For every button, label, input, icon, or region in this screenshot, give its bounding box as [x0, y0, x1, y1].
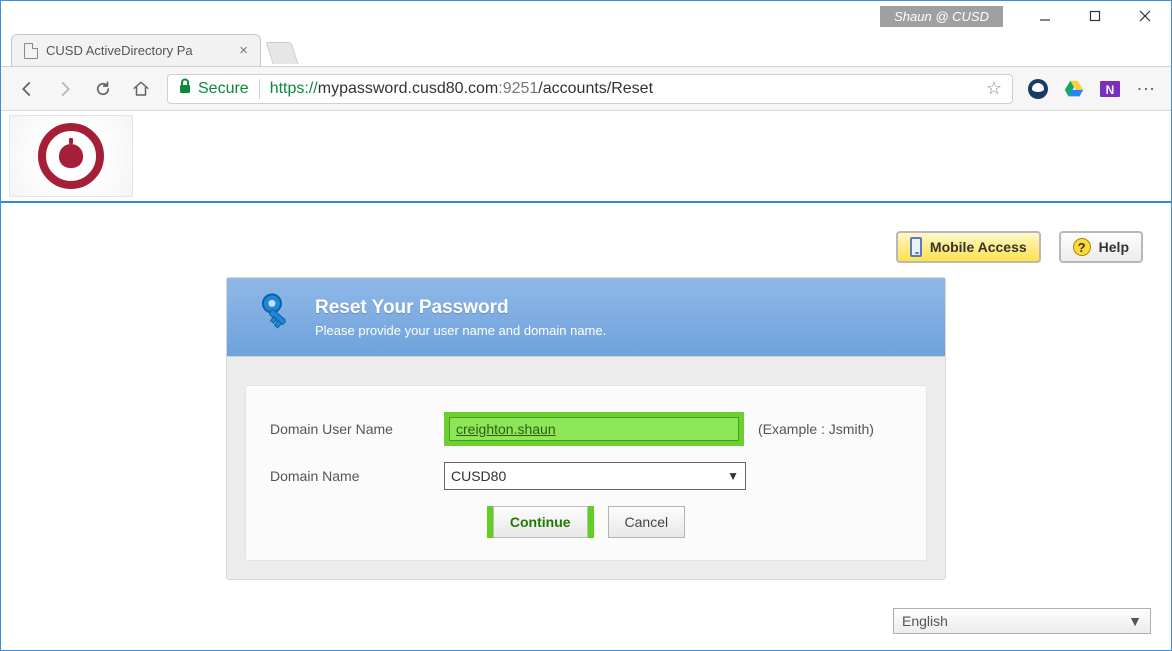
bookmark-star-icon[interactable]: ☆: [986, 78, 1002, 99]
window-close-button[interactable]: [1123, 2, 1167, 30]
continue-highlight: Continue: [487, 506, 594, 538]
tab-title: CUSD ActiveDirectory Pa: [46, 43, 193, 58]
divider: [259, 79, 260, 99]
language-select[interactable]: English ▼: [893, 608, 1151, 634]
domain-select[interactable]: CUSD80 ▼: [444, 462, 746, 490]
district-logo: [9, 115, 133, 197]
cancel-button[interactable]: Cancel: [608, 506, 686, 538]
help-label: Help: [1099, 239, 1129, 255]
phone-icon: [910, 237, 922, 257]
home-button[interactable]: [129, 77, 153, 101]
username-input[interactable]: [449, 417, 739, 441]
continue-button[interactable]: Continue: [493, 506, 588, 538]
domain-selected-value: CUSD80: [451, 468, 506, 484]
window-maximize-button[interactable]: [1073, 2, 1117, 30]
user-badge: Shaun @ CUSD: [880, 6, 1003, 27]
browser-tab[interactable]: CUSD ActiveDirectory Pa ×: [11, 34, 261, 66]
google-drive-icon[interactable]: [1063, 78, 1085, 100]
extension-icon-1[interactable]: [1027, 78, 1049, 100]
lock-icon: [178, 78, 192, 99]
browser-menu-button[interactable]: ⋮: [1135, 78, 1157, 100]
username-example: (Example : Jsmith): [758, 421, 874, 437]
reset-password-panel: Reset Your Password Please provide your …: [226, 277, 946, 580]
language-selected-value: English: [902, 613, 948, 629]
domain-label: Domain Name: [270, 468, 430, 484]
username-highlight: [444, 412, 744, 446]
chevron-down-icon: ▼: [727, 469, 739, 483]
address-bar[interactable]: Secure https://mypassword.cusd80.com:925…: [167, 74, 1013, 104]
username-label: Domain User Name: [270, 421, 430, 437]
back-button[interactable]: [15, 77, 39, 101]
help-button[interactable]: ? Help: [1059, 231, 1143, 263]
window-minimize-button[interactable]: [1023, 2, 1067, 30]
key-icon: [247, 292, 295, 342]
mobile-access-label: Mobile Access: [930, 239, 1027, 255]
reload-button[interactable]: [91, 77, 115, 101]
forward-button[interactable]: [53, 77, 77, 101]
new-tab-button[interactable]: [265, 42, 298, 64]
secure-label: Secure: [198, 80, 249, 98]
tab-close-icon[interactable]: ×: [239, 42, 248, 59]
help-icon: ?: [1073, 238, 1091, 256]
svg-text:N: N: [1106, 83, 1115, 97]
page-icon: [24, 43, 38, 59]
url-text: https://mypassword.cusd80.com:9251/accou…: [270, 80, 653, 98]
chevron-down-icon: ▼: [1128, 613, 1142, 629]
panel-subtitle: Please provide your user name and domain…: [315, 323, 606, 338]
onenote-icon[interactable]: N: [1099, 78, 1121, 100]
panel-title: Reset Your Password: [315, 297, 606, 319]
mobile-access-button[interactable]: Mobile Access: [896, 231, 1041, 263]
